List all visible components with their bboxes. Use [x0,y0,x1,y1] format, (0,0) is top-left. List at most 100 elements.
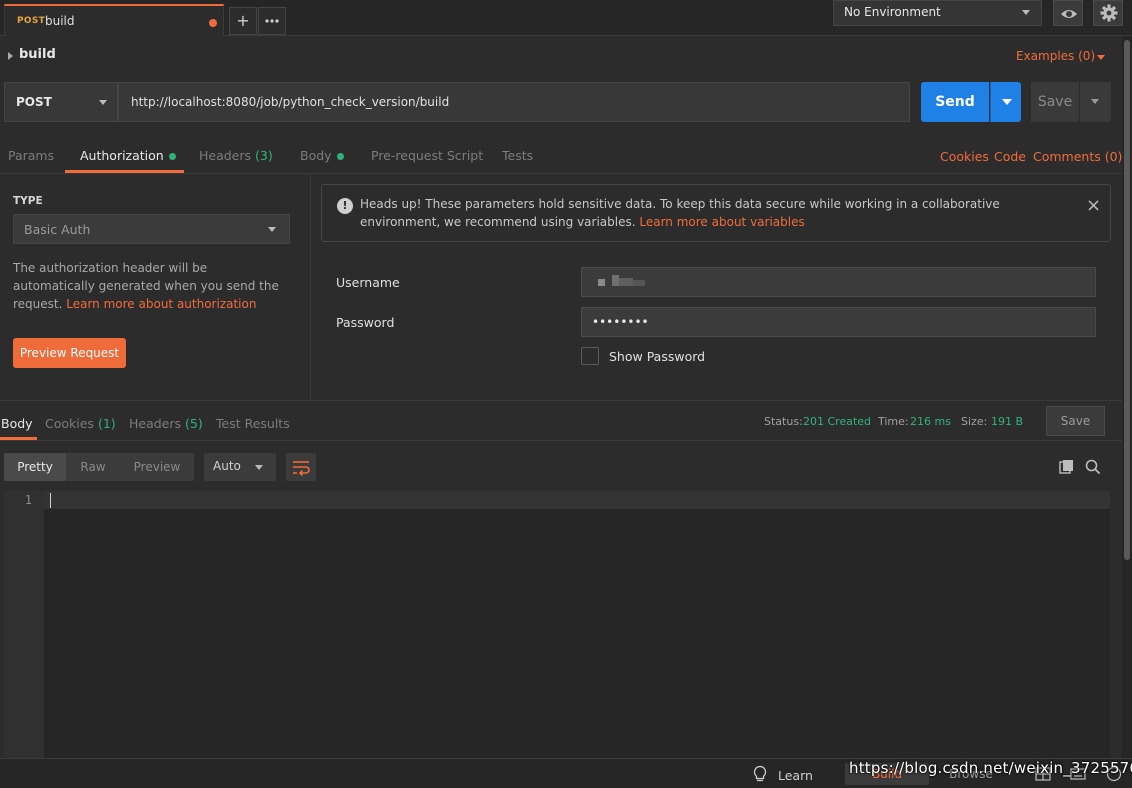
comments-link[interactable]: Comments (0) [1033,149,1122,164]
tab-headers[interactable]: Headers (3) [199,148,273,163]
show-password-label: Show Password [609,349,706,364]
divider [0,440,1122,441]
method-label: POST [16,95,52,109]
save-button[interactable]: Save [1031,82,1079,122]
response-tab-body[interactable]: Body [1,416,33,431]
response-tab-cookies[interactable]: Cookies (1) [45,416,116,431]
cookies-link[interactable]: Cookies [940,149,989,164]
password-field[interactable] [581,307,1096,337]
tab-body-label: Body [300,148,332,163]
info-icon: ! [337,198,353,214]
size-label: Size: [961,415,988,428]
copy-icon[interactable] [1058,458,1076,476]
scrollbar-thumb[interactable] [1124,40,1130,560]
save-dropdown-button[interactable] [1080,82,1111,122]
send-button[interactable]: Send [921,82,989,122]
active-dot-icon [168,153,176,160]
preview-button[interactable]: Preview [120,453,194,481]
method-select[interactable]: POST [4,82,118,122]
gear-icon [1100,4,1118,22]
chevron-down-icon [255,465,263,470]
auth-type-select[interactable]: Basic Auth [13,214,290,244]
active-dot-icon [336,153,344,160]
time-value[interactable]: 216 ms [910,415,951,428]
text-cursor [50,493,51,508]
status-bar: Learn Build Browse https://blog.csdn.net… [0,758,1132,788]
url-input[interactable] [118,82,910,122]
request-name: build [19,47,56,62]
pretty-button[interactable]: Pretty [4,453,66,481]
notice-text: Heads up! These parameters hold sensitiv… [360,195,1060,231]
examples-link[interactable]: Examples (0) [1016,49,1095,63]
manage-environments-button[interactable] [1093,0,1123,26]
chevron-down-icon[interactable] [1097,55,1105,60]
response-headers-count: (5) [185,416,203,431]
request-tab[interactable]: POST build [4,4,224,36]
response-tab-test-results[interactable]: Test Results [216,416,290,431]
response-body-editor[interactable]: 1 [4,491,1110,759]
status-label: Status: [764,415,803,428]
format-value: Auto [213,459,241,473]
time-label: Time: [878,415,909,428]
watermark: https://blog.csdn.net/weixin_37255769 [849,759,1132,777]
tab-authorization[interactable]: Authorization [80,148,176,163]
sensitive-data-notice: ! Heads up! These parameters hold sensit… [321,184,1111,242]
status-value[interactable]: 201 Created [803,415,871,428]
response-cookies-label: Cookies [45,416,94,431]
line-number: 1 [24,493,32,507]
redacted-username [598,275,645,286]
tab-method: POST [17,16,46,26]
tab-title: build [45,14,75,28]
save-response-button[interactable]: Save [1046,406,1105,436]
environment-quick-look-button[interactable] [1053,0,1083,26]
tab-tests[interactable]: Tests [502,148,533,163]
headers-count: (3) [255,148,273,163]
chevron-down-icon [268,227,276,232]
ellipsis-icon [265,19,279,23]
active-line [44,491,1110,509]
view-mode-group: Pretty Raw Preview [4,453,194,481]
username-field[interactable] [581,267,1096,297]
eye-icon [1061,10,1077,18]
response-tab-headers[interactable]: Headers (5) [129,416,203,431]
environment-select[interactable]: No Environment [833,0,1042,26]
size-value[interactable]: 191 B [991,415,1023,428]
password-label: Password [336,315,395,330]
scrollbar[interactable] [1122,36,1132,758]
learn-more-variables-link[interactable]: Learn more about variables [639,215,804,229]
wrap-lines-icon [293,461,310,477]
tab-body[interactable]: Body [300,148,344,163]
username-label: Username [336,275,400,290]
response-cookies-count: (1) [97,416,116,431]
unsaved-dot-icon [209,19,217,27]
chevron-down-icon [99,100,107,105]
tab-headers-label: Headers [199,148,252,163]
response-headers-label: Headers [129,416,182,431]
auth-description: The authorization header will be automat… [13,259,283,313]
tab-prerequest-script[interactable]: Pre-request Script [371,148,483,163]
divider [310,174,311,400]
auth-type-label: TYPE [13,195,43,207]
tab-params[interactable]: Params [8,148,54,163]
learn-link[interactable]: Learn [778,768,813,783]
learn-more-authorization-link[interactable]: Learn more about authorization [66,297,256,311]
chevron-down-icon [1022,10,1030,15]
collapse-arrow-icon[interactable] [8,52,13,60]
new-tab-button[interactable]: + [229,7,257,35]
preview-request-button[interactable]: Preview Request [13,338,126,368]
raw-button[interactable]: Raw [66,453,120,481]
search-icon[interactable] [1084,458,1102,476]
chevron-down-icon [1091,99,1099,104]
show-password-checkbox[interactable] [581,347,599,365]
tab-authorization-label: Authorization [80,148,164,163]
auth-type-value: Basic Auth [24,222,91,237]
code-link[interactable]: Code [994,149,1026,164]
environment-label: No Environment [844,5,941,19]
close-icon[interactable]: × [1086,195,1101,216]
more-tabs-button[interactable] [258,7,286,35]
lightbulb-icon[interactable] [752,765,768,783]
chevron-down-icon [1002,99,1012,105]
wrap-lines-button[interactable] [286,453,316,481]
send-dropdown-button[interactable] [990,82,1021,122]
format-select[interactable]: Auto [204,453,276,481]
